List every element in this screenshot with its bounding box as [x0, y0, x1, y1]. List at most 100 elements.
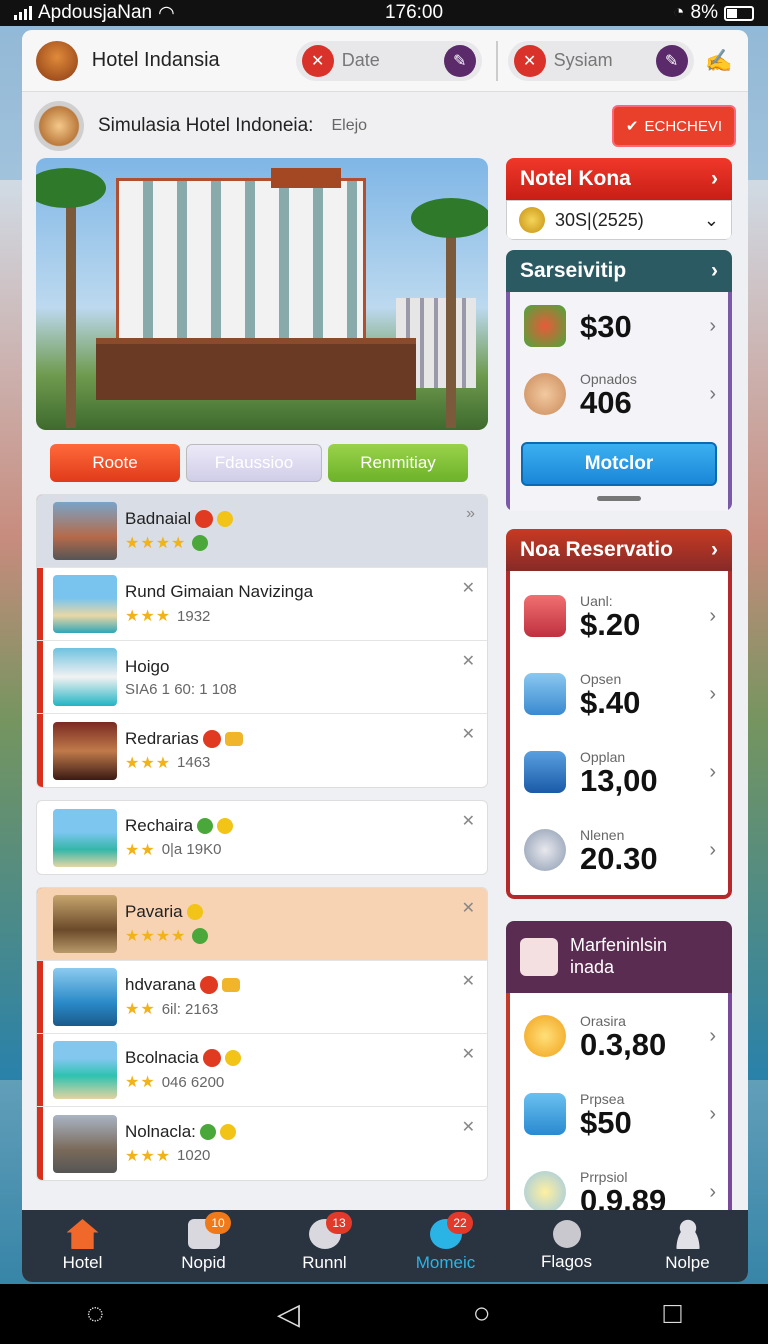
palm-trunk — [66, 188, 76, 428]
date-picker[interactable]: ✕ Date ✎ — [295, 40, 482, 81]
nav-nopid[interactable]: 10 Nopid — [143, 1210, 264, 1282]
back-icon[interactable]: ◁ — [277, 1297, 300, 1332]
hotel-thumbnail — [53, 808, 117, 867]
hotel-meta: 6il: 2163 — [161, 1000, 219, 1018]
list-item[interactable]: hdvarana ★★ 6il: 2163 ✕ — [37, 961, 487, 1034]
maintenance-item[interactable]: Orasira 0.3,80 › — [510, 997, 728, 1075]
date-action-icon[interactable]: ✎ — [443, 44, 476, 77]
maintenance-card-header[interactable]: Marfeninlsin inada — [506, 921, 732, 993]
hotel-meta: 1932 — [177, 607, 211, 625]
system-icon: ✕ — [513, 44, 546, 77]
drag-handle[interactable] — [597, 496, 641, 501]
hotel-dropdown[interactable]: 30S|(2525) ⌄ — [506, 200, 732, 240]
nav-momeic[interactable]: 22 Momeic — [385, 1210, 506, 1282]
close-icon[interactable]: ✕ — [462, 724, 475, 744]
list-item[interactable]: Bcolnacia ★★ 046 6200 ✕ — [37, 1034, 487, 1107]
nav-nolpe[interactable]: Nolpe — [627, 1210, 748, 1282]
maintenance-item[interactable]: Prpsea $50 › — [510, 1075, 728, 1153]
book-icon[interactable]: ✍ — [704, 45, 734, 77]
hotel-list-column: Roote Fdaussioo Renmitiay Badnaial ★★★★ … — [36, 158, 488, 1258]
close-icon[interactable]: ✕ — [462, 578, 475, 598]
hotel-meta: 1463 — [177, 754, 211, 771]
wifi-icon: ◠ — [158, 2, 175, 24]
hotel-name: Rund Gimaian Navizinga — [125, 582, 314, 601]
hotel-hero-image — [36, 158, 488, 430]
close-icon[interactable]: ✕ — [462, 1117, 475, 1137]
coins-icon — [224, 731, 243, 746]
expand-icon[interactable]: » — [466, 505, 475, 523]
bottom-nav: Hotel 10 Nopid 13 Runnl 22 Momeic Flagos… — [22, 1210, 748, 1282]
hotel-name: Pavaria — [125, 902, 183, 921]
hotel-meta: 1020 — [177, 1147, 211, 1164]
maintenance-card-title: Marfeninlsin inada — [570, 935, 668, 977]
chevron-right-icon: › — [709, 604, 716, 627]
notification-badge: 13 — [326, 1212, 352, 1234]
chevron-right-icon: › — [709, 760, 716, 783]
system-label: Sysiam — [553, 50, 613, 70]
close-icon[interactable]: ✕ — [462, 898, 475, 918]
reservation-value: $.20 — [580, 606, 641, 642]
leaf-icon — [197, 817, 214, 834]
primary-button[interactable]: Motclor — [521, 442, 717, 486]
background-scenery-right — [746, 180, 768, 1080]
reservation-item[interactable]: Uanl: $.20 › — [510, 577, 728, 655]
hotel-name: Bcolnacia — [125, 1048, 199, 1067]
home-button-icon[interactable]: ○ — [473, 1297, 491, 1331]
system-action-icon[interactable]: ✎ — [655, 44, 688, 77]
hotel-dropdown-value: 30S|(2525) — [555, 209, 644, 230]
list-item[interactable]: Nolnacla: ★★★ 1020 ✕ — [37, 1107, 487, 1180]
top-bar: Hotel Indansia ✕ Date ✎ ✕ Sysiam ✎ ✍ — [22, 30, 748, 92]
check-button[interactable]: ✔ ECHCHEVI — [611, 105, 736, 147]
hotel-name: Badnaial — [125, 509, 192, 528]
service-item[interactable]: $30 › — [510, 292, 728, 360]
reservation-item[interactable]: Opplan 13,00 › — [510, 733, 728, 811]
maintenance-value: 0.3,80 — [580, 1026, 667, 1062]
person-icon — [524, 373, 566, 415]
avatar[interactable] — [34, 101, 84, 151]
nav-label: Flagos — [540, 1252, 593, 1271]
close-icon[interactable]: ✕ — [462, 651, 475, 671]
list-item[interactable]: Rund Gimaian Navizinga ★★★ 1932 ✕ — [37, 568, 487, 641]
nav-label: Momeic — [415, 1253, 476, 1272]
rating-stars: ★★★ — [125, 1147, 172, 1165]
divider — [495, 40, 498, 81]
tab-renmitiay[interactable]: Renmitiay — [328, 444, 468, 482]
assistant-icon[interactable]: ◌ — [86, 1297, 104, 1331]
list-item[interactable]: Pavaria ★★★★ ✕ — [37, 888, 487, 961]
star-badge-icon — [217, 817, 234, 834]
maintenance-card: Marfeninlsin inada Orasira 0.3,80 › Prpse… — [506, 921, 732, 1235]
close-icon[interactable]: ✕ — [462, 1044, 475, 1064]
system-picker[interactable]: ✕ Sysiam ✎ — [507, 40, 694, 81]
close-icon[interactable]: ✕ — [462, 811, 475, 831]
service-card-header[interactable]: Sarseivitip › — [506, 250, 732, 292]
lock-icon — [524, 673, 566, 715]
recents-icon[interactable]: □ — [663, 1297, 681, 1331]
hotel-card-title: Notel Kona — [520, 167, 631, 190]
chevron-right-icon: › — [709, 1102, 716, 1125]
hotel-card-header[interactable]: Notel Kona › — [506, 158, 732, 200]
service-item[interactable]: Opnados 406 › — [510, 360, 728, 428]
palm-trunk — [446, 218, 456, 428]
app-window: Hotel Indansia ✕ Date ✎ ✕ Sysiam ✎ ✍ Sim… — [22, 30, 748, 1282]
close-icon[interactable]: ✕ — [462, 971, 475, 991]
list-item[interactable]: Rechaira ★★ 0|a 19K0 ✕ — [37, 801, 487, 874]
reservation-item[interactable]: Nlenen 20.30 › — [510, 811, 728, 889]
palm-leaf — [411, 198, 488, 238]
reservation-value: 13,00 — [580, 762, 658, 798]
nav-hotel[interactable]: Hotel — [22, 1210, 143, 1282]
notification-badge: 10 — [205, 1212, 231, 1234]
reservation-card-header[interactable]: Noa Reservatio › — [506, 529, 732, 571]
hotel-lobby — [96, 338, 416, 400]
tab-fdaussioo[interactable]: Fdaussioo — [186, 444, 322, 482]
reservation-item[interactable]: Opsen $.40 › — [510, 655, 728, 733]
list-item[interactable]: Badnaial ★★★★ » — [37, 495, 487, 568]
food-icon — [524, 305, 566, 347]
rating-stars: ★★★ — [125, 608, 172, 625]
list-item[interactable]: Redrarias ★★★ 1463 ✕ — [37, 714, 487, 787]
nav-runnl[interactable]: 13 Runnl — [264, 1210, 385, 1282]
list-item[interactable]: Hoigo SIA6 1 60: 1 108 ✕ — [37, 641, 487, 714]
check-button-label: ECHCHEVI — [644, 117, 722, 135]
nav-flagos[interactable]: Flagos — [506, 1210, 627, 1282]
hotel-thumbnail — [53, 575, 117, 633]
tab-roote[interactable]: Roote — [50, 444, 180, 482]
